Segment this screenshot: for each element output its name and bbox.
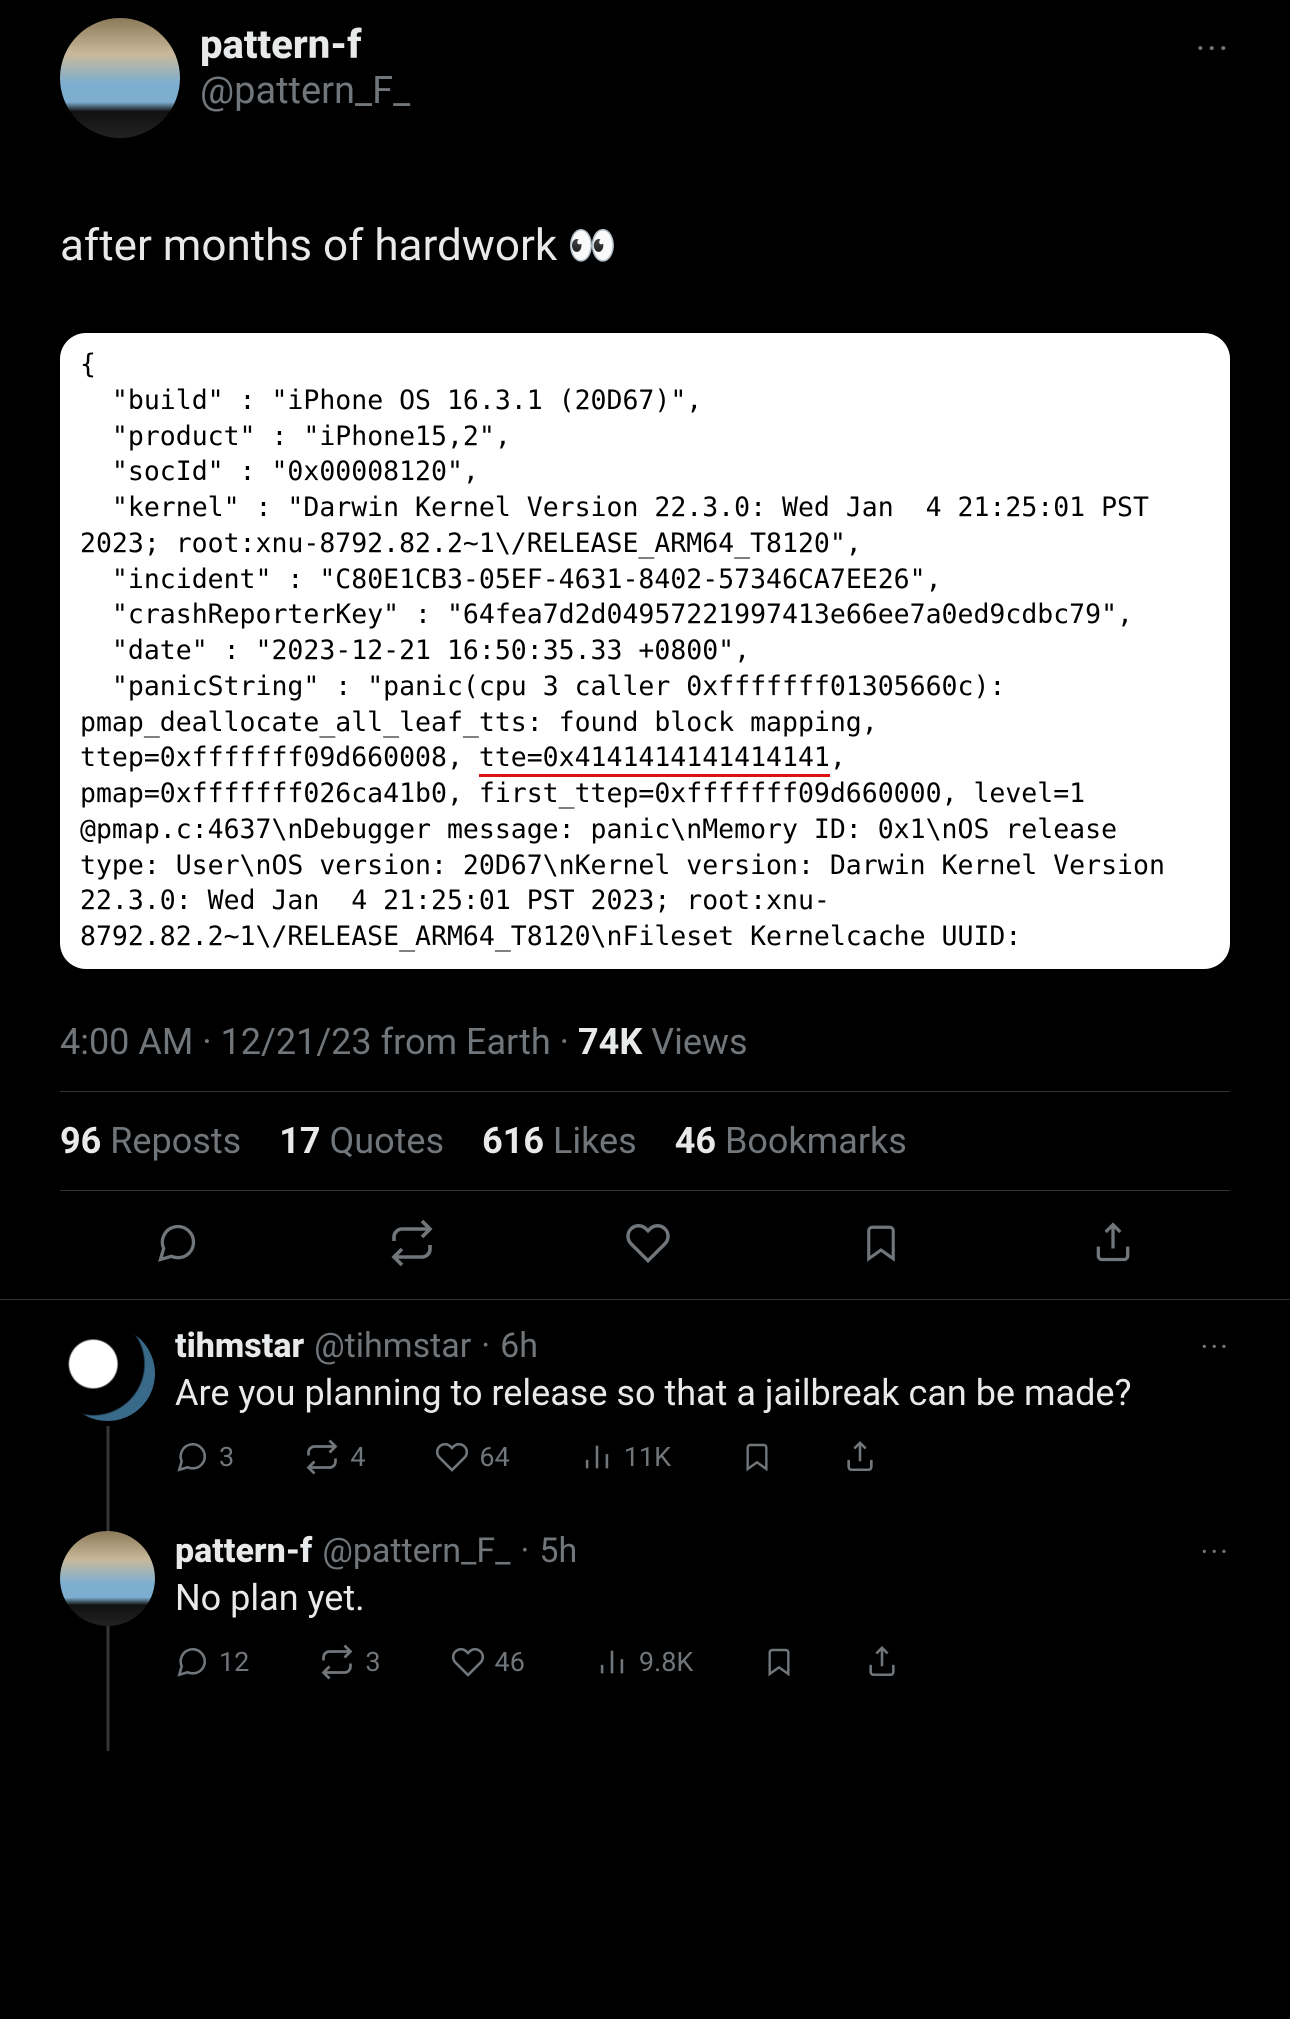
bookmark-icon: [860, 1222, 902, 1264]
share-button[interactable]: [865, 1645, 899, 1679]
reply-tweet[interactable]: tihmstar @tihmstar · 6h ··· Are you plan…: [0, 1300, 1290, 1505]
action-bar: [60, 1191, 1230, 1299]
avatar[interactable]: [60, 1531, 155, 1626]
like-button[interactable]: [625, 1220, 671, 1266]
views-count: 11K: [624, 1441, 671, 1473]
share-icon: [843, 1440, 877, 1474]
reply-icon: [175, 1440, 209, 1474]
reply-header: pattern-f @pattern_F_ · 5h ···: [175, 1531, 1230, 1571]
tweet-body: after months of hardwork 👀: [60, 218, 1230, 273]
views-count: 9.8K: [639, 1646, 693, 1678]
views-icon: [595, 1645, 629, 1679]
more-options-icon[interactable]: ···: [1200, 1330, 1230, 1365]
repost-button[interactable]: 4: [304, 1439, 365, 1475]
share-button[interactable]: [1091, 1221, 1135, 1265]
views-button[interactable]: 11K: [580, 1440, 671, 1474]
repost-button[interactable]: [388, 1219, 436, 1267]
bookmark-icon: [741, 1441, 773, 1473]
thread-line: [106, 1631, 109, 1751]
like-count: 64: [479, 1441, 509, 1473]
bookmark-button[interactable]: [860, 1222, 902, 1264]
action-bar: 3 4 64 11K: [175, 1417, 1230, 1505]
share-icon: [1091, 1221, 1135, 1265]
repost-icon: [319, 1644, 355, 1680]
more-options-icon[interactable]: ···: [1200, 1535, 1230, 1570]
repost-count: 4: [350, 1441, 365, 1473]
reply-tweet[interactable]: pattern-f @pattern_F_ · 5h ··· No plan y…: [0, 1505, 1290, 1710]
relative-time[interactable]: 6h: [500, 1326, 538, 1366]
reply-header: tihmstar @tihmstar · 6h ···: [175, 1326, 1230, 1366]
media-image[interactable]: { "build" : "iPhone OS 16.3.1 (20D67)", …: [60, 333, 1230, 969]
crash-json-pre: { "build" : "iPhone OS 16.3.1 (20D67)", …: [80, 349, 1165, 773]
display-name[interactable]: pattern-f: [175, 1531, 312, 1571]
repost-icon: [388, 1219, 436, 1267]
avatar[interactable]: [60, 18, 180, 138]
views-label: Views: [651, 1021, 747, 1063]
views-icon: [580, 1440, 614, 1474]
reply-button[interactable]: 3: [175, 1440, 234, 1474]
repost-count: 3: [365, 1646, 380, 1678]
tweet-text: No plan yet.: [175, 1575, 1230, 1622]
likes-stat[interactable]: 616 Likes: [482, 1120, 637, 1162]
bookmark-button[interactable]: [741, 1441, 773, 1473]
share-button[interactable]: [843, 1440, 877, 1474]
tweet-time[interactable]: 4:00 AM: [60, 1021, 193, 1063]
relative-time[interactable]: 5h: [539, 1531, 577, 1571]
reply-count: 3: [219, 1441, 234, 1473]
views-count[interactable]: 74K: [578, 1021, 642, 1063]
heart-icon: [435, 1440, 469, 1474]
views-button[interactable]: 9.8K: [595, 1645, 693, 1679]
tweet-meta: 4:00 AM · 12/21/23 from Earth · 74K View…: [60, 1021, 1230, 1092]
display-name: pattern-f: [200, 22, 1176, 68]
reply-icon: [175, 1645, 209, 1679]
heart-icon: [451, 1645, 485, 1679]
avatar[interactable]: [60, 1326, 155, 1421]
action-bar: 12 3 46 9.8K: [175, 1622, 1230, 1710]
reply-icon: [155, 1221, 199, 1265]
tweet-date[interactable]: 12/21/23: [221, 1021, 372, 1063]
reply-button[interactable]: 12: [175, 1645, 249, 1679]
engagement-stats: 96 Reposts 17 Quotes 616 Likes 46 Bookma…: [60, 1092, 1230, 1191]
from-label: from: [381, 1021, 457, 1063]
display-name[interactable]: tihmstar: [175, 1326, 304, 1366]
main-tweet: pattern-f @pattern_F_ ··· after months o…: [0, 0, 1290, 1300]
user-handle: @pattern_F_: [200, 68, 1176, 116]
tweet-text: Are you planning to release so that a ja…: [175, 1370, 1230, 1417]
quotes-stat[interactable]: 17 Quotes: [279, 1120, 444, 1162]
eyes-emoji-icon: 👀: [567, 221, 617, 271]
bookmark-icon: [763, 1646, 795, 1678]
bookmarks-stat[interactable]: 46 Bookmarks: [675, 1120, 907, 1162]
like-button[interactable]: 64: [435, 1440, 509, 1474]
author-block[interactable]: pattern-f @pattern_F_: [200, 18, 1176, 116]
user-handle[interactable]: @pattern_F_: [322, 1531, 510, 1571]
tweet-text: after months of hardwork: [60, 218, 557, 273]
reply-count: 12: [219, 1646, 249, 1678]
repost-icon: [304, 1439, 340, 1475]
repost-button[interactable]: 3: [319, 1644, 380, 1680]
heart-icon: [625, 1220, 671, 1266]
tweet-location: Earth: [466, 1021, 551, 1063]
more-options-icon[interactable]: ···: [1196, 18, 1230, 70]
like-button[interactable]: 46: [451, 1645, 525, 1679]
reposts-stat[interactable]: 96 Reposts: [60, 1120, 241, 1162]
share-icon: [865, 1645, 899, 1679]
crash-json-underlined: tte=0x4141414141414141: [479, 742, 830, 777]
reply-button[interactable]: [155, 1221, 199, 1265]
tweet-header: pattern-f @pattern_F_ ···: [60, 18, 1230, 138]
like-count: 46: [495, 1646, 525, 1678]
bookmark-button[interactable]: [763, 1646, 795, 1678]
user-handle[interactable]: @tihmstar: [314, 1326, 471, 1366]
